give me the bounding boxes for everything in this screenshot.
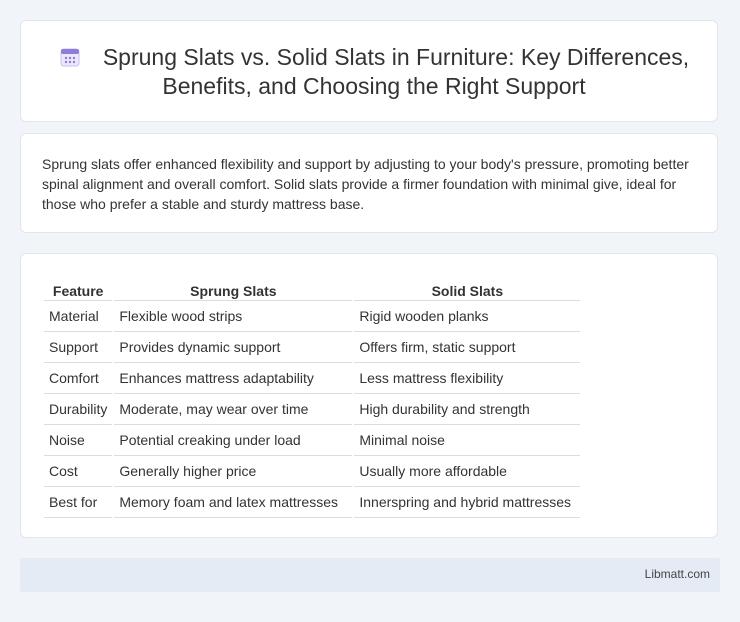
footer-site-link[interactable]: Libmatt.com (645, 567, 710, 581)
table-row: Durability Moderate, may wear over time … (44, 394, 581, 425)
row-solid: Minimal noise (354, 425, 581, 456)
row-feature: Best for (44, 487, 113, 518)
comparison-card: Feature Sprung Slats Solid Slats Materia… (20, 253, 718, 538)
row-feature: Durability (44, 394, 113, 425)
header-feature: Feature (44, 277, 113, 301)
row-solid: High durability and strength (354, 394, 581, 425)
row-sprung: Moderate, may wear over time (114, 394, 353, 425)
header-sprung-slats: Sprung Slats (114, 277, 353, 301)
table-header-row: Feature Sprung Slats Solid Slats (44, 277, 581, 301)
intro-card: Sprung slats offer enhanced flexibility … (20, 133, 718, 233)
table-row: Comfort Enhances mattress adaptability L… (44, 363, 581, 394)
title-wrap: Sprung Slats vs. Solid Slats in Furnitur… (51, 43, 697, 101)
table-row: Cost Generally higher price Usually more… (44, 456, 581, 487)
row-feature: Noise (44, 425, 113, 456)
table-row: Material Flexible wood strips Rigid wood… (44, 301, 581, 332)
row-feature: Support (44, 332, 113, 363)
row-feature: Material (44, 301, 113, 332)
row-solid: Rigid wooden planks (354, 301, 581, 332)
footer-bar: Libmatt.com (20, 558, 720, 592)
table-row: Noise Potential creaking under load Mini… (44, 425, 581, 456)
intro-paragraph: Sprung slats offer enhanced flexibility … (42, 156, 689, 212)
page-title: Sprung Slats vs. Solid Slats in Furnitur… (51, 43, 697, 101)
row-sprung: Flexible wood strips (114, 301, 353, 332)
row-solid: Innerspring and hybrid mattresses (354, 487, 581, 518)
row-sprung: Generally higher price (114, 456, 353, 487)
comparison-table: Feature Sprung Slats Solid Slats Materia… (42, 277, 582, 518)
title-card: Sprung Slats vs. Solid Slats in Furnitur… (20, 20, 718, 122)
table-row: Best for Memory foam and latex mattresse… (44, 487, 581, 518)
table-row: Support Provides dynamic support Offers … (44, 332, 581, 363)
row-solid: Less mattress flexibility (354, 363, 581, 394)
row-solid: Offers firm, static support (354, 332, 581, 363)
calendar-icon (60, 48, 80, 67)
row-sprung: Enhances mattress adaptability (114, 363, 353, 394)
page-title-text: Sprung Slats vs. Solid Slats in Furnitur… (102, 44, 690, 99)
row-sprung: Potential creaking under load (114, 425, 353, 456)
row-sprung: Memory foam and latex mattresses (114, 487, 353, 518)
row-solid: Usually more affordable (354, 456, 581, 487)
header-solid-slats: Solid Slats (354, 277, 581, 301)
row-feature: Comfort (44, 363, 113, 394)
row-feature: Cost (44, 456, 113, 487)
row-sprung: Provides dynamic support (114, 332, 353, 363)
